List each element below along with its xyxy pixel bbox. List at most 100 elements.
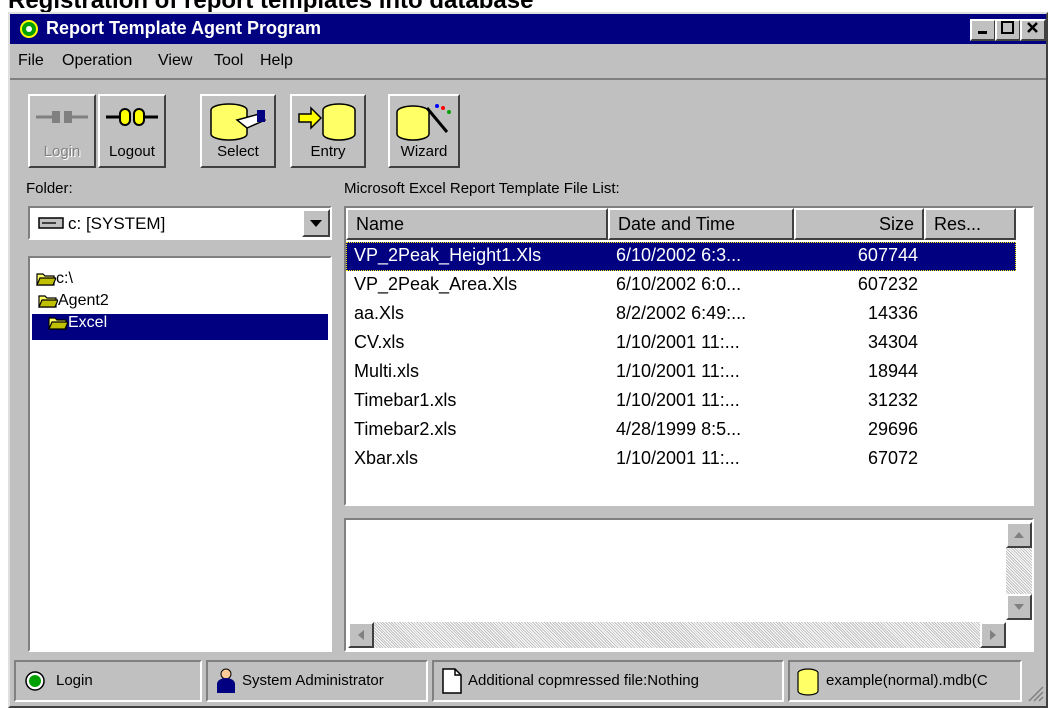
status-login: Login bbox=[14, 660, 202, 702]
tree-item-agent2-label: Agent2 bbox=[58, 292, 109, 309]
wizard-button[interactable]: Wizard bbox=[388, 94, 460, 168]
maximize-button[interactable] bbox=[995, 19, 1021, 41]
select-label: Select bbox=[217, 143, 259, 160]
file-row[interactable]: Timebar2.xls 4/28/1999 8:5... 29696 bbox=[346, 416, 1016, 445]
scroll-down-button[interactable] bbox=[1006, 594, 1032, 620]
file-size-cell: 29696 bbox=[867, 419, 918, 439]
arrow-right-icon bbox=[990, 630, 996, 640]
drive-select[interactable]: c: [SYSTEM] bbox=[28, 206, 332, 240]
status-light-icon bbox=[25, 671, 45, 691]
tree-item-excel[interactable]: Excel bbox=[32, 314, 328, 340]
tree-item-agent2[interactable]: Agent2 bbox=[38, 292, 109, 314]
menu-bar: File Operation View Tool Help bbox=[10, 44, 1046, 78]
horizontal-scroll-track[interactable] bbox=[374, 622, 980, 648]
login-button[interactable]: Login bbox=[28, 94, 96, 168]
login-label: Login bbox=[43, 143, 81, 160]
file-name-cell: Timebar2.xls bbox=[354, 419, 457, 439]
status-database-text: example(normal).mdb(C bbox=[826, 672, 988, 689]
database-hand-icon bbox=[210, 103, 267, 141]
file-row[interactable]: Xbar.xls 1/10/2001 11:... 67072 bbox=[346, 445, 1016, 474]
column-header-date[interactable]: Date and Time bbox=[608, 208, 794, 240]
column-header-res[interactable]: Res... bbox=[924, 208, 1016, 240]
app-icon bbox=[20, 20, 38, 38]
status-user-text: System Administrator bbox=[242, 672, 384, 689]
scroll-left-button[interactable] bbox=[348, 622, 374, 648]
menu-file[interactable]: File bbox=[18, 52, 44, 70]
file-row[interactable]: Timebar1.xls 1/10/2001 11:... 31232 bbox=[346, 387, 1016, 416]
chevron-down-icon bbox=[310, 220, 322, 227]
menu-operation[interactable]: Operation bbox=[62, 52, 132, 70]
file-row[interactable]: VP_2Peak_Area.Xls 6/10/2002 6:0... 607232 bbox=[346, 271, 1016, 300]
scroll-right-button[interactable] bbox=[980, 622, 1006, 648]
resize-grip-icon[interactable] bbox=[1026, 684, 1044, 702]
wizard-label: Wizard bbox=[400, 143, 448, 160]
open-folder-icon bbox=[36, 273, 57, 286]
title-bar[interactable]: Report Template Agent Program bbox=[10, 14, 1046, 44]
app-window: Report Template Agent Program File Opera… bbox=[8, 12, 1048, 708]
file-row[interactable]: VP_2Peak_Height1.Xls 6/10/2002 6:3... 6077… bbox=[346, 242, 1016, 271]
file-name-cell: Timebar1.xls bbox=[354, 390, 457, 410]
file-list: Name Date and Time Size Res... VP_2Peak_… bbox=[344, 206, 1034, 506]
entry-label: Entry bbox=[310, 143, 346, 160]
file-date-cell: 1/10/2001 11:... bbox=[616, 332, 740, 352]
menu-view[interactable]: View bbox=[158, 52, 192, 70]
file-size-cell: 34304 bbox=[867, 332, 918, 352]
database-wand-icon bbox=[396, 104, 451, 141]
drive-icon bbox=[38, 217, 64, 229]
arrow-database-icon bbox=[298, 103, 356, 141]
scroll-up-button[interactable] bbox=[1006, 522, 1032, 548]
file-name-cell: Multi.xls bbox=[354, 361, 420, 381]
status-database: example(normal).mdb(C bbox=[788, 660, 1022, 702]
file-row[interactable]: aa.Xls 8/2/2002 6:49:... 14336 bbox=[346, 300, 1016, 329]
drive-value: c: [SYSTEM] bbox=[68, 214, 166, 233]
horizontal-scrollbar[interactable] bbox=[346, 622, 1006, 648]
file-row[interactable]: CV.xls 1/10/2001 11:... 34304 bbox=[346, 329, 1016, 358]
open-folder-icon bbox=[48, 317, 69, 330]
column-header-name[interactable]: Name bbox=[346, 208, 608, 240]
toolbar: Login Logout Select Entry Wizard bbox=[10, 78, 1046, 174]
entry-button[interactable]: Entry bbox=[290, 94, 366, 168]
file-date-cell: 1/10/2001 11:... bbox=[616, 390, 740, 410]
arrow-down-icon bbox=[1014, 604, 1024, 610]
file-size-cell: 607232 bbox=[857, 274, 918, 294]
preview-pane bbox=[344, 518, 1034, 652]
file-date-cell: 1/10/2001 11:... bbox=[616, 361, 740, 381]
file-name-cell: CV.xls bbox=[354, 332, 405, 352]
menu-help[interactable]: Help bbox=[260, 52, 293, 70]
logout-label: Logout bbox=[109, 143, 155, 160]
close-icon bbox=[1027, 22, 1038, 33]
arrow-up-icon bbox=[1014, 532, 1024, 538]
file-date-cell: 1/10/2001 11:... bbox=[616, 448, 740, 468]
drive-dropdown-button[interactable] bbox=[302, 209, 330, 237]
column-header-size[interactable]: Size bbox=[794, 208, 924, 240]
menu-tool[interactable]: Tool bbox=[214, 52, 243, 70]
status-compressed-text: Additional copmressed file:Nothing bbox=[468, 672, 699, 689]
document-icon bbox=[442, 668, 462, 694]
maximize-icon bbox=[1001, 21, 1014, 34]
arrow-left-icon bbox=[358, 630, 364, 640]
user-icon bbox=[217, 668, 235, 693]
folder-label: Folder: bbox=[26, 180, 73, 197]
file-size-cell: 67072 bbox=[867, 448, 918, 468]
vertical-scrollbar[interactable] bbox=[1006, 520, 1032, 622]
plug-disconnected-icon bbox=[36, 111, 88, 123]
status-compressed: Additional copmressed file:Nothing bbox=[432, 660, 784, 702]
select-button[interactable]: Select bbox=[200, 94, 276, 168]
folder-tree: c:\ Agent2 Excel bbox=[28, 256, 332, 652]
window-title: Report Template Agent Program bbox=[46, 18, 322, 38]
file-row[interactable]: Multi.xls 1/10/2001 11:... 18944 bbox=[346, 358, 1016, 387]
file-name-cell: aa.Xls bbox=[354, 303, 405, 323]
file-size-cell: 14336 bbox=[867, 303, 918, 323]
file-list-label: Microsoft Excel Report Template File Lis… bbox=[344, 180, 620, 197]
tree-item-root[interactable]: c:\ bbox=[36, 270, 73, 292]
status-user: System Administrator bbox=[206, 660, 428, 702]
file-size-cell: 18944 bbox=[867, 361, 918, 381]
file-size-cell: 607744 bbox=[857, 245, 918, 265]
minimize-icon bbox=[978, 31, 987, 34]
file-date-cell: 6/10/2002 6:0... bbox=[616, 274, 742, 294]
file-name-cell: VP_2Peak_Height1.Xls bbox=[354, 245, 542, 265]
vertical-scroll-track[interactable] bbox=[1006, 548, 1032, 594]
minimize-button[interactable] bbox=[970, 19, 996, 41]
logout-button[interactable]: Logout bbox=[98, 94, 166, 168]
close-button[interactable] bbox=[1020, 19, 1046, 41]
